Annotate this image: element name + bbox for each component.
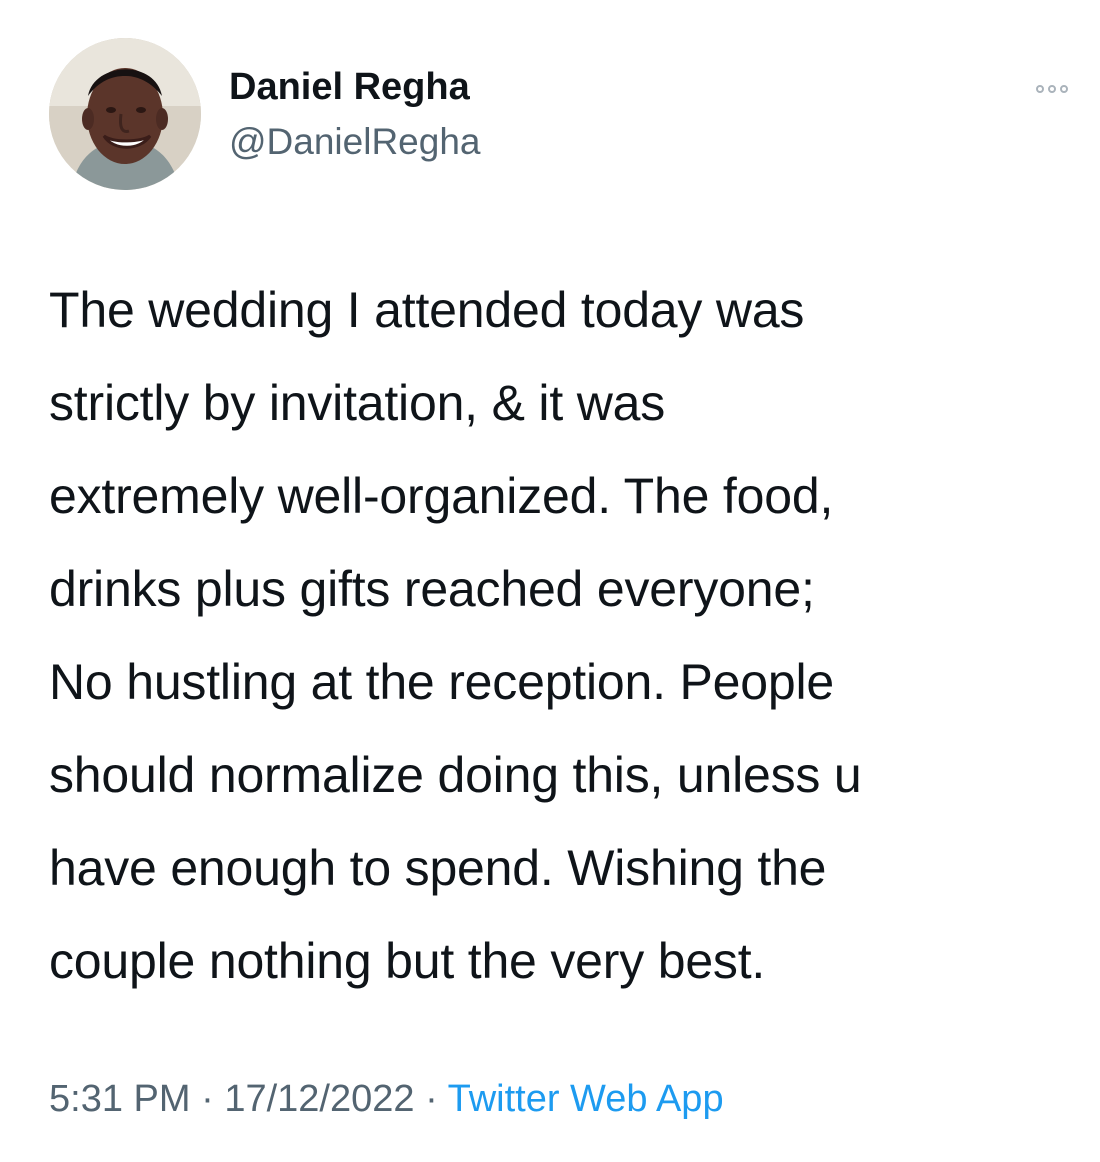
tweet-source-link[interactable]: Twitter Web App bbox=[448, 1078, 724, 1120]
tweet-time[interactable]: 5:31 PM bbox=[49, 1078, 191, 1120]
avatar[interactable] bbox=[49, 38, 201, 190]
more-options-button[interactable] bbox=[1026, 72, 1078, 106]
author-display-name[interactable]: Daniel Regha bbox=[229, 63, 470, 111]
tweet-text-line: couple nothing but the very best. bbox=[49, 933, 766, 989]
tweet-metadata: 5:31 PM · 17/12/2022 · Twitter Web App bbox=[49, 1073, 724, 1125]
tweet-text-line: have enough to spend. Wishing the bbox=[49, 840, 827, 896]
more-horizontal-icon bbox=[1060, 85, 1068, 93]
author-handle[interactable]: @DanielRegha bbox=[229, 118, 480, 166]
tweet-text-line: No hustling at the reception. People bbox=[49, 654, 834, 710]
tweet-text-line: extremely well-organized. The food, bbox=[49, 468, 834, 524]
tweet-text-line: should normalize doing this, unless u bbox=[49, 747, 862, 803]
tweet-text-line: The wedding I attended today was bbox=[49, 282, 805, 338]
metadata-separator: · bbox=[201, 1078, 214, 1120]
tweet-text-line: drinks plus gifts reached everyone; bbox=[49, 561, 815, 617]
tweet-card: Daniel Regha @DanielRegha The wedding I … bbox=[0, 0, 1100, 1162]
tweet-text-line: strictly by invitation, & it was bbox=[49, 375, 666, 431]
metadata-separator: · bbox=[425, 1078, 438, 1120]
profile-photo-icon bbox=[49, 38, 201, 190]
more-horizontal-icon bbox=[1036, 85, 1044, 93]
more-horizontal-icon bbox=[1048, 85, 1056, 93]
tweet-date[interactable]: 17/12/2022 bbox=[224, 1078, 414, 1120]
tweet-text: The wedding I attended today was strictl… bbox=[49, 264, 1079, 1008]
